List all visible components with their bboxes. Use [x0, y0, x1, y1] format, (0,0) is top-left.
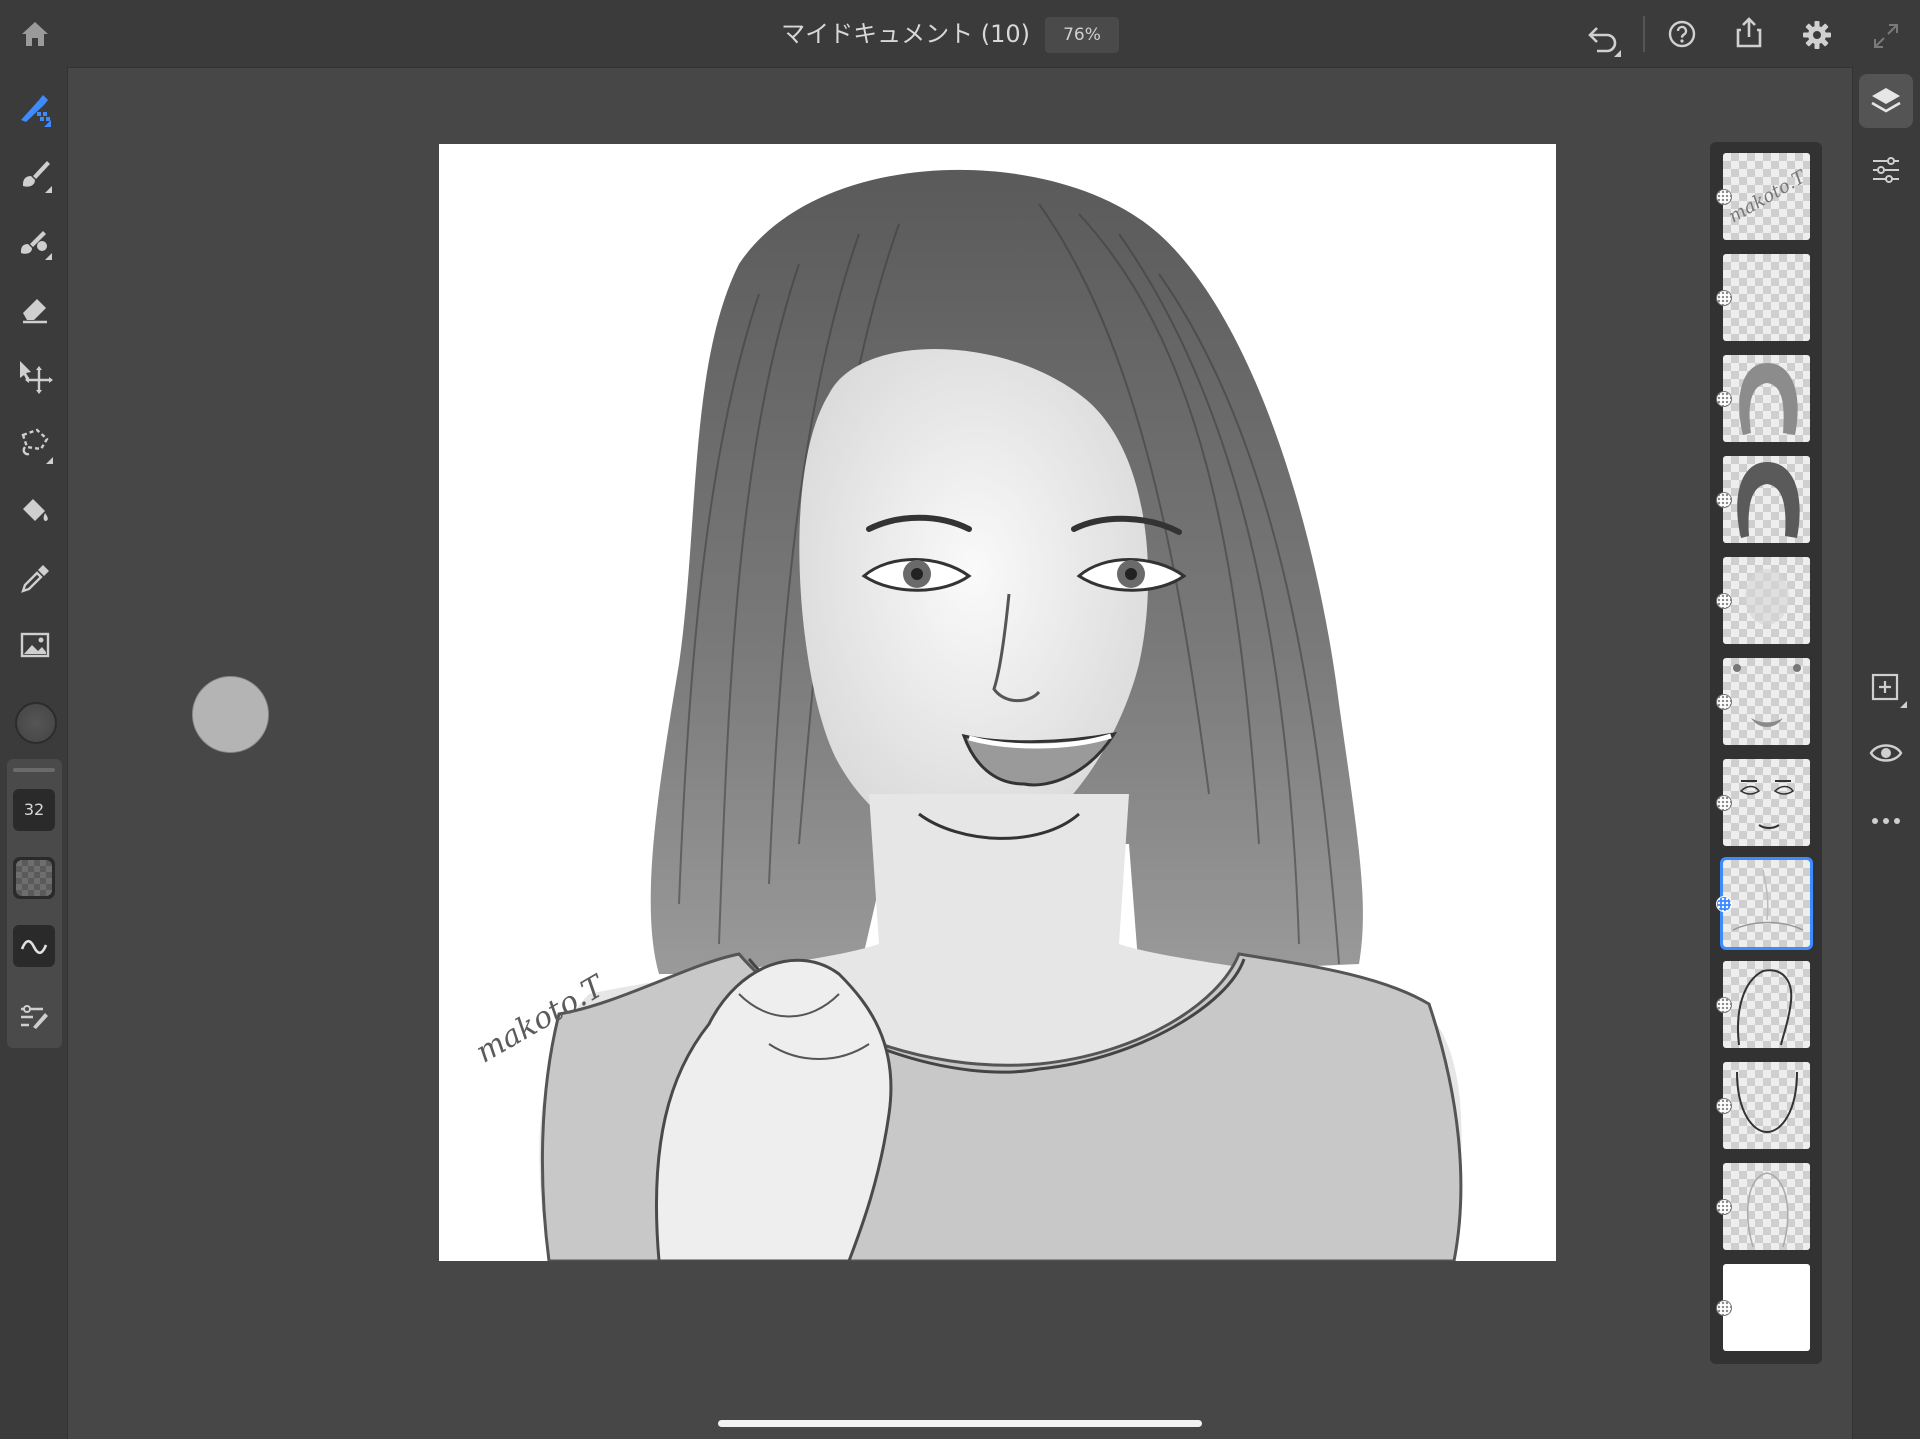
layer-thumbnail-hair-light[interactable]: [1723, 355, 1810, 442]
layer-thumbnail-jaw[interactable]: [1723, 1062, 1810, 1149]
more-options-icon[interactable]: [1870, 815, 1902, 827]
layer-thumbnail-background[interactable]: [1723, 1264, 1810, 1351]
transform-icon[interactable]: [17, 358, 53, 394]
layer-visibility-toggle[interactable]: [1716, 290, 1732, 306]
brush-size-preview: [192, 676, 269, 753]
live-brush-icon[interactable]: [17, 158, 57, 194]
panel-handle[interactable]: [13, 768, 55, 772]
layer-visibility-toggle[interactable]: [1716, 189, 1732, 205]
layer-visibility-toggle[interactable]: [1716, 391, 1732, 407]
layers-icon: [1870, 85, 1902, 117]
layer-thumbnail-face-lines[interactable]: [1723, 759, 1810, 846]
layer-properties-icon[interactable]: [1871, 156, 1901, 184]
place-image-icon[interactable]: [20, 632, 50, 658]
layer-visibility-toggle[interactable]: [1716, 1300, 1732, 1316]
color-swatch[interactable]: [15, 702, 57, 744]
document-title[interactable]: マイドキュメント (10): [780, 18, 1030, 50]
layer-thumbnail-empty[interactable]: [1723, 254, 1810, 341]
layer-visibility-toggle[interactable]: [1716, 694, 1732, 710]
smoothing-control[interactable]: [13, 925, 55, 967]
layer-visibility-toggle[interactable]: [1716, 1098, 1732, 1114]
home-icon[interactable]: [20, 20, 50, 48]
pixel-brush-icon[interactable]: [17, 92, 57, 128]
layer-visibility-toggle[interactable]: [1716, 1199, 1732, 1215]
layer-visibility-toggle[interactable]: [1716, 997, 1732, 1013]
undo-icon[interactable]: [1585, 18, 1627, 58]
drawing-canvas[interactable]: [439, 144, 1556, 1261]
eyedropper-icon[interactable]: [19, 563, 51, 595]
svg-text:makoto.T: makoto.T: [1725, 166, 1810, 228]
help-icon[interactable]: [1668, 20, 1696, 48]
opacity-swatch: [16, 860, 52, 896]
layer-thumbnail-lips[interactable]: [1723, 658, 1810, 745]
tool-bar: [0, 67, 68, 1439]
layer-thumbnail-shading[interactable]: [1723, 557, 1810, 644]
layer-thumbnail-sketch[interactable]: [1723, 1163, 1810, 1250]
layer-thumbnail-hair-dark[interactable]: [1723, 456, 1810, 543]
fullscreen-icon[interactable]: [1872, 22, 1900, 50]
lasso-icon[interactable]: [17, 425, 57, 465]
brush-size[interactable]: 32: [13, 789, 55, 831]
visibility-icon[interactable]: [1869, 741, 1903, 765]
home-indicator[interactable]: [718, 1420, 1202, 1427]
layer-visibility-toggle[interactable]: [1716, 593, 1732, 609]
layer-visibility-toggle[interactable]: [1716, 795, 1732, 811]
mixer-brush-icon[interactable]: [17, 225, 57, 261]
portrait-drawing: [539, 169, 1463, 1261]
layer-thumbnail-hand[interactable]: [1723, 961, 1810, 1048]
toolbar-divider: [1643, 16, 1645, 52]
add-layer-icon[interactable]: [1871, 673, 1909, 711]
layer-thumbnail-signature[interactable]: makoto.T: [1723, 153, 1810, 240]
smoothing-icon: [20, 937, 48, 955]
layer-thumbnail-selected[interactable]: [1720, 857, 1813, 950]
share-icon[interactable]: [1735, 17, 1763, 49]
zoom-level[interactable]: 76%: [1045, 17, 1119, 53]
layer-visibility-toggle-selected[interactable]: [1716, 896, 1732, 912]
settings-icon[interactable]: [1802, 20, 1832, 50]
layers-button[interactable]: [1859, 74, 1913, 128]
fill-icon[interactable]: [19, 495, 53, 527]
layer-visibility-toggle[interactable]: [1716, 492, 1732, 508]
brush-settings-icon[interactable]: [19, 1003, 51, 1031]
eraser-icon[interactable]: [19, 293, 51, 325]
